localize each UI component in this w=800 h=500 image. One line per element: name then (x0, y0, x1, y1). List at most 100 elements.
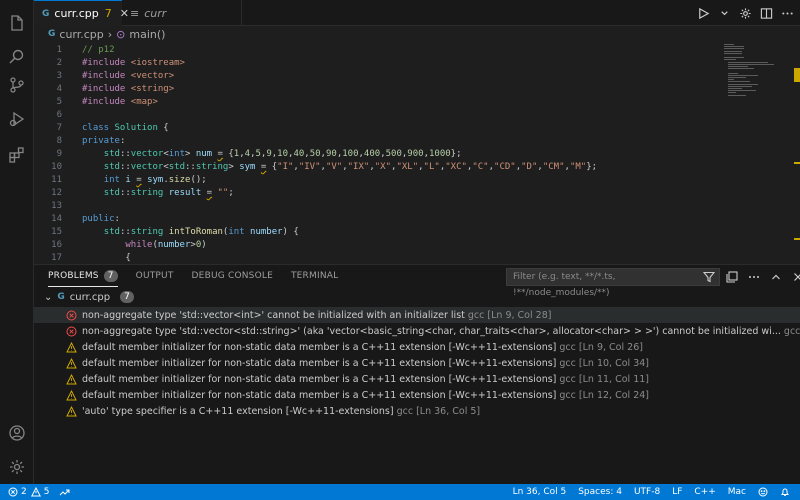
filter-icon[interactable] (703, 271, 715, 283)
code-editor[interactable]: 1 // p12 2 #include <iostream> 3 #include <ve… (34, 42, 800, 264)
code-line[interactable]: 4 #include <string> (34, 83, 714, 96)
minimap-line (724, 44, 734, 45)
line-number: 8 (56, 136, 62, 146)
activity-bar (0, 0, 34, 484)
warnings-status[interactable]: 5 (30, 487, 49, 497)
code-line[interactable]: 17 { (34, 252, 714, 264)
problem-source: gcc (559, 373, 576, 385)
code-line[interactable]: 1 // p12 (34, 44, 714, 57)
minimap-line (728, 68, 754, 70)
problem-message: default member initializer for non-stati… (82, 358, 649, 369)
code-line[interactable]: 11 int i = sym.size(); (34, 174, 714, 187)
run-debug-icon[interactable] (0, 102, 34, 136)
minimap[interactable] (724, 42, 790, 102)
close-panel-icon[interactable] (792, 271, 800, 283)
tab-terminal[interactable]: TERMINAL (291, 265, 338, 287)
language-mode[interactable]: C++ (694, 487, 715, 497)
code-line[interactable]: 3 #include <vector> (34, 70, 714, 83)
explorer-icon[interactable] (0, 6, 34, 40)
problem-message: default member initializer for non-stati… (82, 390, 649, 401)
problem-row[interactable]: non-aggregate type 'std::vector<int>' ca… (34, 307, 800, 323)
problem-location: [Ln 12, Col 24] (578, 389, 649, 401)
minimap-line (728, 81, 750, 83)
line-code: { (82, 253, 131, 263)
remote-status[interactable] (59, 487, 70, 497)
line-number: 10 (51, 162, 62, 172)
code-line[interactable]: 13 (34, 200, 714, 213)
errors-status[interactable]: 2 (8, 487, 27, 497)
minimap-line (724, 52, 742, 54)
breadcrumb-file[interactable]: curr.cpp (59, 28, 103, 41)
problem-row[interactable]: default member initializer for non-stati… (34, 371, 800, 387)
chevron-down-icon: ⌄ (44, 291, 53, 303)
tab-label: curr (144, 6, 167, 20)
code-line[interactable]: 10 std::vector<std::string> sym = {"I","… (34, 161, 714, 174)
split-editor-icon[interactable] (760, 7, 773, 20)
code-line[interactable]: 12 std::string result = ""; (34, 187, 714, 200)
extensions-icon[interactable] (0, 138, 34, 172)
gear-icon[interactable] (739, 7, 752, 20)
problem-location: [Ln 9, Col 28] (487, 309, 552, 321)
notifications-bell-icon[interactable] (780, 487, 790, 497)
source-control-icon[interactable] (0, 68, 34, 102)
tab-output[interactable]: OUTPUT (136, 265, 174, 287)
problem-row[interactable]: default member initializer for non-stati… (34, 387, 800, 403)
tab-curr[interactable]: ≡ curr (122, 0, 242, 26)
line-code: class Solution { (82, 123, 169, 133)
warning-icon (66, 357, 77, 368)
line-number: 16 (51, 240, 62, 250)
problem-file-group[interactable]: ⌄ G curr.cpp 7 (44, 289, 134, 305)
problem-row[interactable]: default member initializer for non-stati… (34, 339, 800, 355)
line-code: #include <iostream> (82, 58, 185, 68)
code-line[interactable]: 7 class Solution { (34, 122, 714, 135)
problem-source: gcc (783, 325, 800, 337)
indentation-status[interactable]: Spaces: 4 (578, 487, 622, 497)
problems-filter-input[interactable]: Filter (e.g. text, **/*.ts, !**/node_mod… (506, 268, 720, 298)
line-number: 5 (56, 97, 62, 107)
platform-status[interactable]: Mac (728, 487, 746, 497)
cursor-position[interactable]: Ln 36, Col 5 (513, 487, 567, 497)
run-icon[interactable] (697, 7, 710, 20)
panel-tab-label: TERMINAL (290, 271, 339, 281)
editor-tab-bar: G curr.cpp 7 ✕ ≡ curr (34, 0, 800, 26)
line-number: 13 (51, 201, 62, 211)
function-symbol-icon: ⊙ (116, 27, 126, 41)
code-line[interactable]: 16 while(number>0) (34, 239, 714, 252)
code-line[interactable]: 2 #include <iostream> (34, 57, 714, 70)
minimap-line (728, 79, 734, 81)
problem-location: [Ln 11, Col 11] (578, 373, 649, 385)
problem-message: non-aggregate type 'std::vector<int>' ca… (82, 310, 551, 321)
breadcrumb-symbol[interactable]: main() (129, 28, 165, 41)
problem-row[interactable]: non-aggregate type 'std::vector<std::str… (34, 323, 800, 339)
tab-curr-cpp[interactable]: G curr.cpp 7 ✕ (34, 0, 129, 26)
problem-row[interactable]: default member initializer for non-stati… (34, 355, 800, 371)
code-line[interactable]: 6 (34, 109, 714, 122)
code-line[interactable]: 14 public: (34, 213, 714, 226)
problem-message: non-aggregate type 'std::vector<std::str… (82, 326, 800, 337)
tab-label: curr.cpp (54, 7, 99, 20)
collapse-all-icon[interactable] (726, 271, 738, 283)
scrollbar-warning-marker (794, 162, 800, 164)
chevron-down-icon[interactable] (718, 7, 731, 20)
problem-source: gcc (559, 341, 576, 353)
tab-problems[interactable]: PROBLEMS 7 (48, 265, 118, 287)
chevron-up-icon[interactable] (770, 271, 782, 283)
tab-debug-console[interactable]: DEBUG CONSOLE (192, 265, 273, 287)
more-actions-icon[interactable] (781, 7, 794, 20)
feedback-icon[interactable] (758, 487, 768, 497)
account-icon[interactable] (0, 416, 34, 450)
line-code: #include <string> (82, 84, 175, 94)
code-line[interactable]: 8 private: (34, 135, 714, 148)
minimap-line (724, 46, 744, 48)
panel-tab-label: OUTPUT (135, 271, 174, 281)
line-code: std::string intToRoman(int number) { (103, 227, 299, 237)
code-line[interactable]: 9 std::vector<int> num = {1,4,5,9,10,40,… (34, 148, 714, 161)
code-line[interactable]: 15 std::string intToRoman(int number) { (34, 226, 714, 239)
code-line[interactable]: 5 #include <map> (34, 96, 714, 109)
eol-status[interactable]: LF (672, 487, 682, 497)
minimap-line (728, 63, 774, 65)
encoding-status[interactable]: UTF-8 (634, 487, 660, 497)
problem-row[interactable]: 'auto' type specifier is a C++11 extensi… (34, 403, 800, 419)
settings-gear-icon[interactable] (0, 450, 34, 484)
more-actions-icon[interactable] (748, 271, 760, 283)
